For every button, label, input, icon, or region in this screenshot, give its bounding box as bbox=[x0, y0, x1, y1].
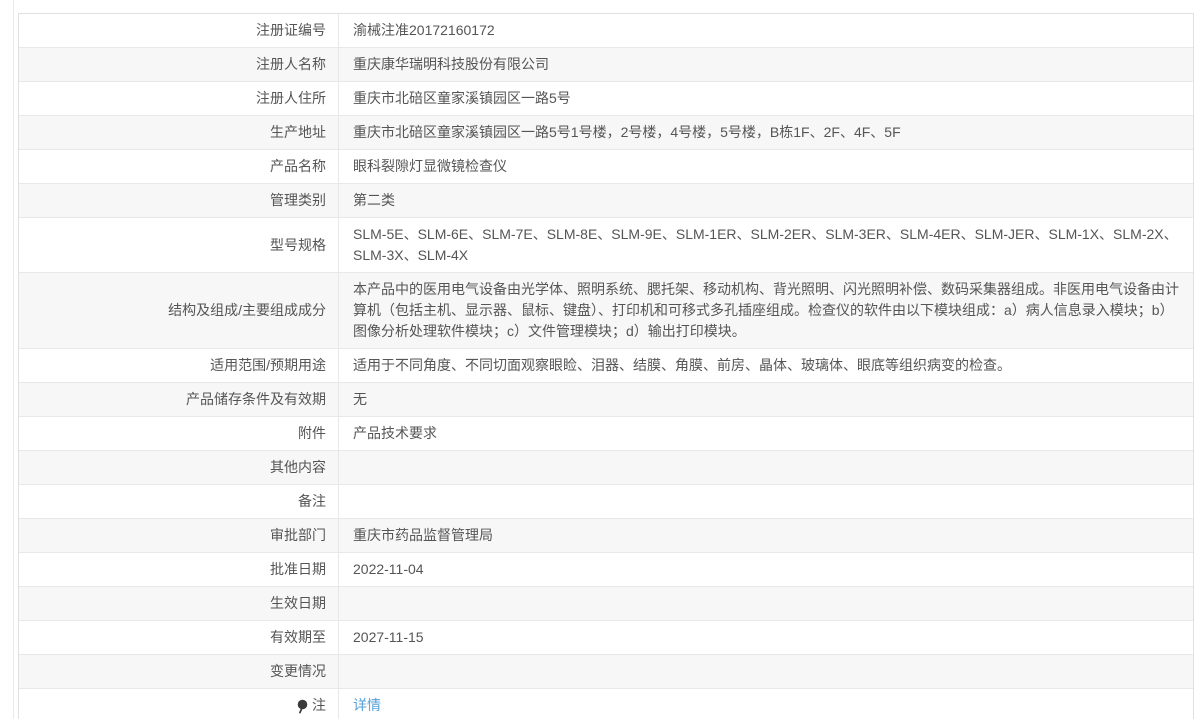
row-label: 生产地址 bbox=[19, 116, 339, 149]
table-row-model-specs: 型号规格 SLM-5E、SLM-6E、SLM-7E、SLM-8E、SLM-9E、… bbox=[19, 218, 1193, 273]
row-value: 渝械注准20172160172 bbox=[353, 22, 495, 38]
row-value: 本产品中的医用电气设备由光学体、照明系统、腮托架、移动机构、背光照明、闪光照明补… bbox=[353, 281, 1179, 339]
row-label: 产品储存条件及有效期 bbox=[19, 383, 339, 416]
row-label: 注册人住所 bbox=[19, 82, 339, 115]
page-left-border bbox=[13, 0, 14, 719]
row-value: SLM-5E、SLM-6E、SLM-7E、SLM-8E、SLM-9E、SLM-1… bbox=[353, 226, 1178, 263]
table-row-note: 注 详情 bbox=[19, 689, 1193, 719]
note-pin-icon bbox=[296, 699, 309, 714]
row-label: 注册人名称 bbox=[19, 48, 339, 81]
table-row-registrant-name: 注册人名称 重庆康华瑞明科技股份有限公司 bbox=[19, 48, 1193, 82]
row-value: 重庆康华瑞明科技股份有限公司 bbox=[353, 56, 549, 72]
table-row-management-category: 管理类别 第二类 bbox=[19, 184, 1193, 218]
row-value: 2027-11-15 bbox=[353, 629, 424, 645]
row-label: 批准日期 bbox=[19, 553, 339, 586]
row-label: 管理类别 bbox=[19, 184, 339, 217]
page: 注册证编号 渝械注准20172160172 注册人名称 重庆康华瑞明科技股份有限… bbox=[0, 0, 1200, 719]
table-row-change-status: 变更情况 bbox=[19, 655, 1193, 689]
table-row-attachment: 附件 产品技术要求 bbox=[19, 417, 1193, 451]
table-row-remark: 备注 bbox=[19, 485, 1193, 519]
detail-link[interactable]: 详情 bbox=[353, 695, 381, 716]
table-row-approval-department: 审批部门 重庆市药品监督管理局 bbox=[19, 519, 1193, 553]
table-row-storage-validity: 产品储存条件及有效期 无 bbox=[19, 383, 1193, 417]
row-value: 适用于不同角度、不同切面观察眼睑、泪器、结膜、角膜、前房、晶体、玻璃体、眼底等组… bbox=[353, 357, 1011, 373]
table-row-expiry-date: 有效期至 2027-11-15 bbox=[19, 621, 1193, 655]
row-value: 重庆市北碚区童家溪镇园区一路5号 bbox=[353, 90, 571, 106]
row-label: 产品名称 bbox=[19, 150, 339, 183]
row-value: 重庆市药品监督管理局 bbox=[353, 527, 493, 543]
row-value: 产品技术要求 bbox=[353, 425, 437, 441]
registration-info-table: 注册证编号 渝械注准20172160172 注册人名称 重庆康华瑞明科技股份有限… bbox=[18, 13, 1194, 719]
table-row-other-content: 其他内容 bbox=[19, 451, 1193, 485]
row-label: 结构及组成/主要组成成分 bbox=[19, 273, 339, 348]
row-value: 无 bbox=[353, 391, 367, 407]
row-label: 变更情况 bbox=[19, 655, 339, 688]
row-value: 详情 bbox=[339, 689, 1193, 719]
row-value bbox=[339, 587, 1193, 620]
table-row-intended-use: 适用范围/预期用途 适用于不同角度、不同切面观察眼睑、泪器、结膜、角膜、前房、晶… bbox=[19, 349, 1193, 383]
row-label: 审批部门 bbox=[19, 519, 339, 552]
row-label: 有效期至 bbox=[19, 621, 339, 654]
row-label: 备注 bbox=[19, 485, 339, 518]
row-label-text: 注 bbox=[312, 697, 326, 713]
row-value: 眼科裂隙灯显微镜检查仪 bbox=[353, 158, 507, 174]
table-row-registrant-address: 注册人住所 重庆市北碚区童家溪镇园区一路5号 bbox=[19, 82, 1193, 116]
row-label: 注册证编号 bbox=[19, 14, 339, 47]
row-value bbox=[339, 451, 1193, 484]
row-label: 注 bbox=[19, 689, 339, 719]
table-row-structure-composition: 结构及组成/主要组成成分 本产品中的医用电气设备由光学体、照明系统、腮托架、移动… bbox=[19, 273, 1193, 349]
row-label: 适用范围/预期用途 bbox=[19, 349, 339, 382]
row-value: 2022-11-04 bbox=[353, 561, 424, 577]
row-label: 生效日期 bbox=[19, 587, 339, 620]
row-value bbox=[339, 485, 1193, 518]
table-row-product-name: 产品名称 眼科裂隙灯显微镜检查仪 bbox=[19, 150, 1193, 184]
table-row-registration-number: 注册证编号 渝械注准20172160172 bbox=[19, 14, 1193, 48]
row-value: 第二类 bbox=[353, 192, 395, 208]
table-row-effective-date: 生效日期 bbox=[19, 587, 1193, 621]
row-label: 其他内容 bbox=[19, 451, 339, 484]
table-row-production-address: 生产地址 重庆市北碚区童家溪镇园区一路5号1号楼，2号楼，4号楼，5号楼，B栋1… bbox=[19, 116, 1193, 150]
row-label: 附件 bbox=[19, 417, 339, 450]
table-row-approval-date: 批准日期 2022-11-04 bbox=[19, 553, 1193, 587]
row-label: 型号规格 bbox=[19, 218, 339, 272]
row-value bbox=[339, 655, 1193, 688]
row-value: 重庆市北碚区童家溪镇园区一路5号1号楼，2号楼，4号楼，5号楼，B栋1F、2F、… bbox=[353, 124, 901, 140]
